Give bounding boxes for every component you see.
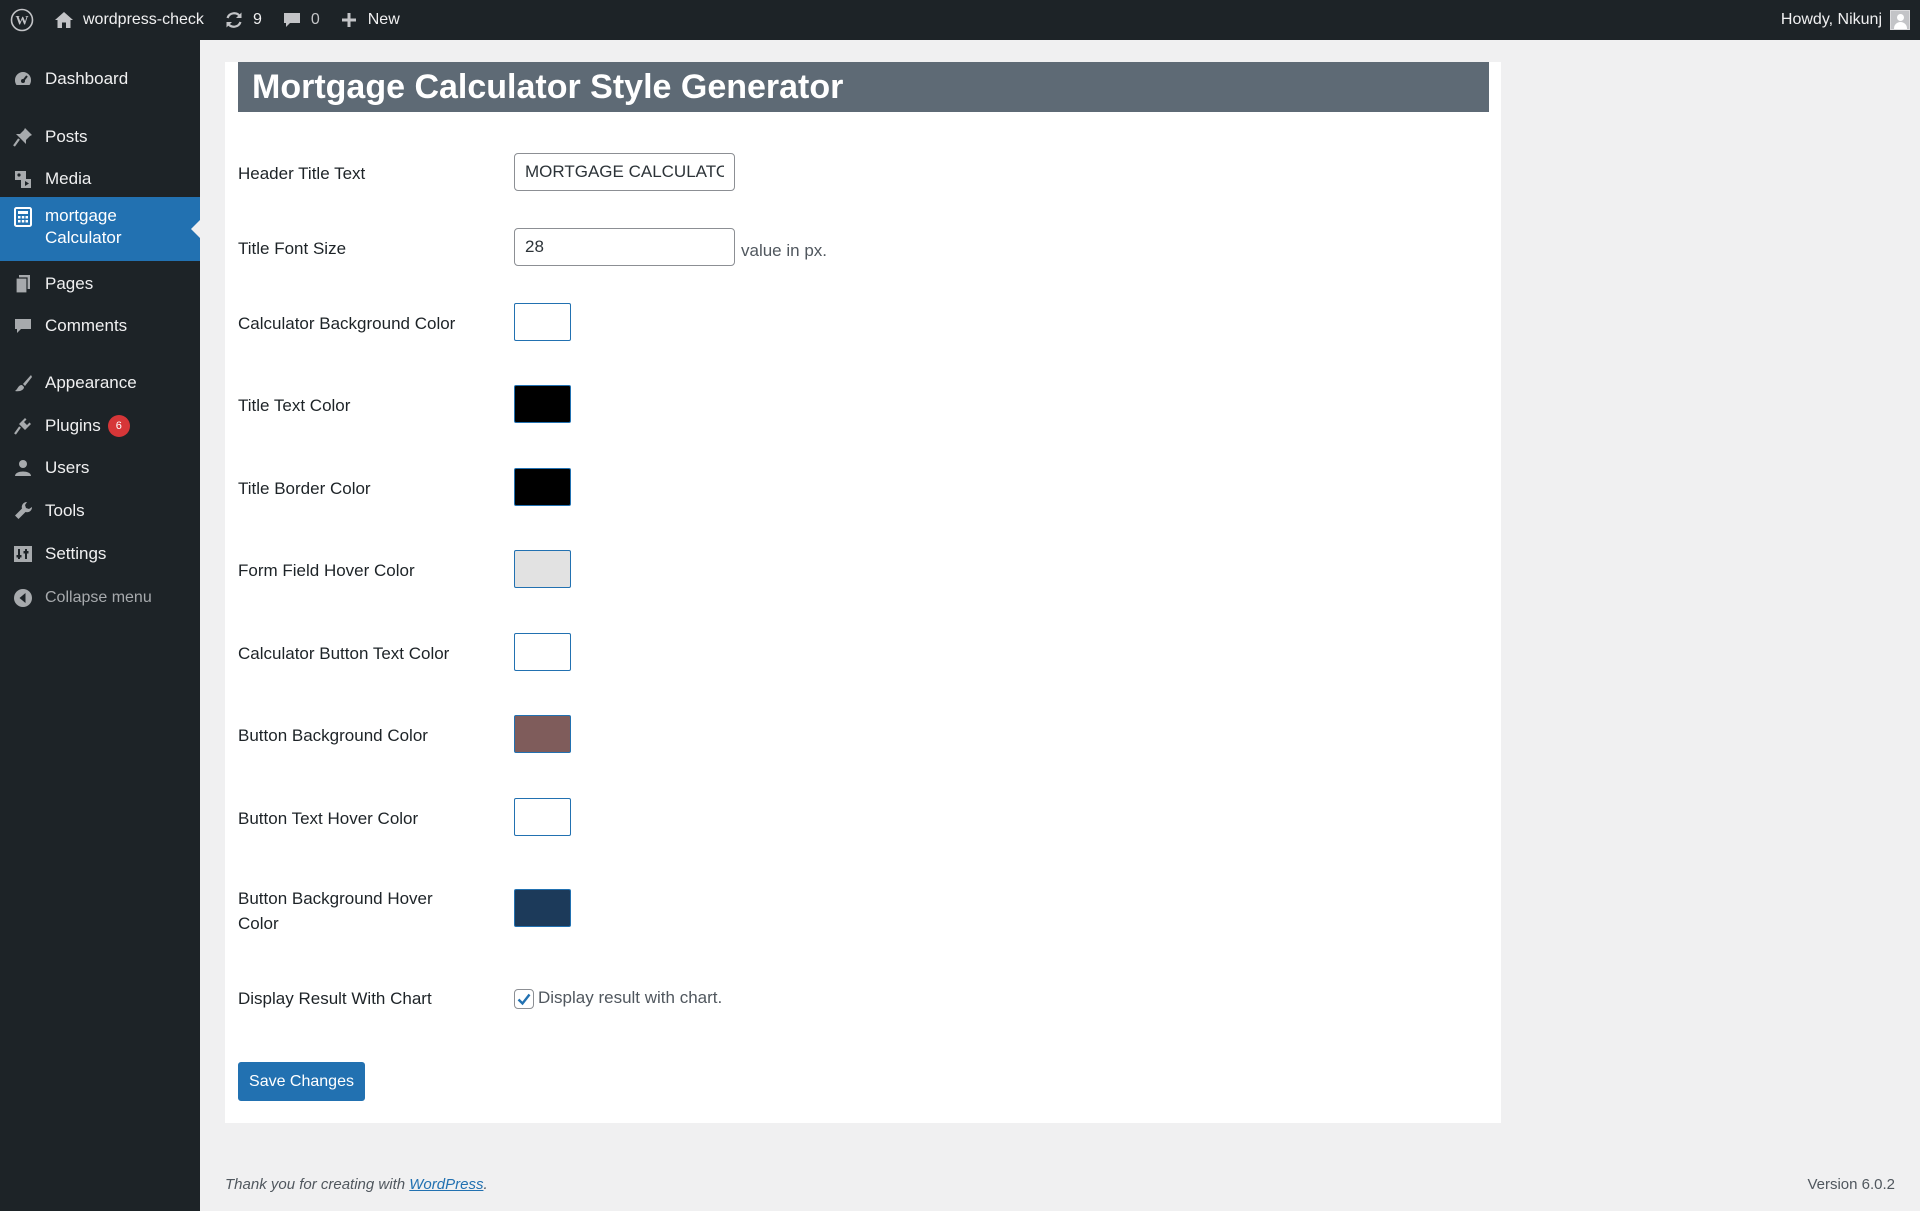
updates-link[interactable]: 9 [214,0,272,40]
button-bg-hover-color-label-line1: Button Background Hover [238,889,433,908]
calc-button-text-color-label: Calculator Button Text Color [238,644,450,663]
checkmark-icon [517,993,531,1006]
calculator-bg-color-swatch[interactable] [514,303,571,341]
home-icon [54,11,74,29]
form-field-hover-color-swatch[interactable] [514,550,571,588]
sidebar-item-tools[interactable]: Tools [0,494,200,528]
header-title-text-label: Header Title Text [238,164,366,183]
my-account-link[interactable]: Howdy, Nikunj [1781,0,1920,40]
new-content-link[interactable]: New [330,0,410,40]
updates-icon [224,10,244,30]
sidebar-item-users[interactable]: Users [0,451,200,485]
sidebar-item-plugins[interactable]: Plugins 6 [0,409,200,443]
display-chart-label: Display Result With Chart [238,989,432,1008]
site-name-link[interactable]: wordpress-check [44,0,214,40]
calculator-icon [0,205,45,227]
users-icon [0,458,45,478]
plus-icon [340,11,358,29]
sidebar-item-media[interactable]: Media [0,162,200,196]
button-text-hover-color-label: Button Text Hover Color [238,809,419,828]
footer-thanks-prefix: Thank you for creating with [225,1176,410,1193]
footer-version: Version 6.0.2 [1807,1176,1895,1193]
sidebar-item-pages[interactable]: Pages [0,267,200,301]
pin-icon [0,127,45,147]
sidebar-item-mortgage-calculator[interactable]: mortgage Calculator [0,197,200,261]
button-bg-hover-color-label-line2: Color [238,914,279,933]
paintbrush-icon [0,373,45,393]
comment-icon [282,10,302,30]
updates-count: 9 [252,11,262,28]
button-text-hover-color-swatch[interactable] [514,798,571,836]
sidebar-item-label: Comments [45,316,128,335]
footer-thanks-suffix: . [483,1176,488,1193]
sidebar-item-posts[interactable]: Posts [0,120,200,154]
save-changes-button[interactable]: Save Changes [238,1062,365,1101]
dashboard-icon [0,69,45,89]
sidebar-item-label: Media [45,169,92,188]
sidebar-item-label: Dashboard [45,69,129,88]
title-font-size-label: Title Font Size [238,239,347,258]
admin-bar: W wordpress-check 9 0 New Howdy, Nikunj [0,0,1920,40]
wordpress-link[interactable]: WordPress [409,1176,483,1193]
sidebar-item-label: Settings [45,544,107,563]
title-text-color-label: Title Text Color [238,396,351,415]
sidebar-item-label-line2: Calculator [45,228,122,247]
footer-thanks: Thank you for creating with WordPress. [225,1176,488,1193]
site-name: wordpress-check [83,11,204,28]
header-title-text-input[interactable] [514,153,735,191]
new-label: New [367,11,400,28]
title-text-color-swatch[interactable] [514,385,571,423]
title-font-size-input[interactable] [514,228,735,266]
sidebar-item-comments[interactable]: Comments [0,309,200,343]
settings-icon [0,544,45,564]
sidebar-item-label: Pages [45,274,94,293]
comments-link[interactable]: 0 [272,0,330,40]
plugins-update-badge: 6 [107,415,130,437]
svg-text:W: W [16,13,29,28]
calculator-bg-color-label: Calculator Background Color [238,314,456,333]
avatar [1890,10,1910,30]
plugins-icon [0,416,45,436]
calc-button-text-color-swatch[interactable] [514,633,571,671]
sidebar-item-label-group: mortgage Calculator [45,205,122,249]
sidebar-item-label: mortgage [45,206,117,225]
form-field-hover-color-label: Form Field Hover Color [238,561,415,580]
wrench-icon [0,501,45,521]
howdy-text: Howdy, Nikunj [1780,11,1882,28]
title-border-color-swatch[interactable] [514,468,571,506]
sidebar-item-label: Appearance [45,373,137,392]
page-title: Mortgage Calculator Style Generator [238,62,1489,112]
display-chart-checkbox[interactable] [514,989,534,1009]
admin-sidebar: Dashboard Posts Media mortgage Calculato… [0,40,200,1211]
collapse-menu-label: Collapse menu [45,589,152,606]
sidebar-item-label: Plugins [45,416,101,435]
button-bg-hover-color-label: Button Background Hover Color [238,886,433,936]
collapse-menu-button[interactable]: Collapse menu [0,581,200,615]
display-chart-checkbox-label: Display result with chart. [538,988,723,1007]
settings-panel: Mortgage Calculator Style Generator Head… [225,62,1501,1123]
sidebar-item-label: Tools [45,501,85,520]
pages-icon [0,274,45,294]
sidebar-item-settings[interactable]: Settings [0,537,200,571]
wordpress-logo-icon[interactable]: W [0,0,44,40]
title-font-size-hint: value in px. [741,241,827,260]
button-bg-color-swatch[interactable] [514,715,571,753]
comments-count: 0 [310,11,320,28]
sidebar-item-label: Posts [45,127,88,146]
button-bg-hover-color-swatch[interactable] [514,889,571,927]
title-border-color-label: Title Border Color [238,479,371,498]
button-bg-color-label: Button Background Color [238,726,428,745]
comments-icon [0,316,45,336]
collapse-icon [0,588,45,608]
media-icon [0,169,45,189]
sidebar-item-dashboard[interactable]: Dashboard [0,62,200,96]
sidebar-item-label: Users [45,458,90,477]
sidebar-item-appearance[interactable]: Appearance [0,366,200,400]
